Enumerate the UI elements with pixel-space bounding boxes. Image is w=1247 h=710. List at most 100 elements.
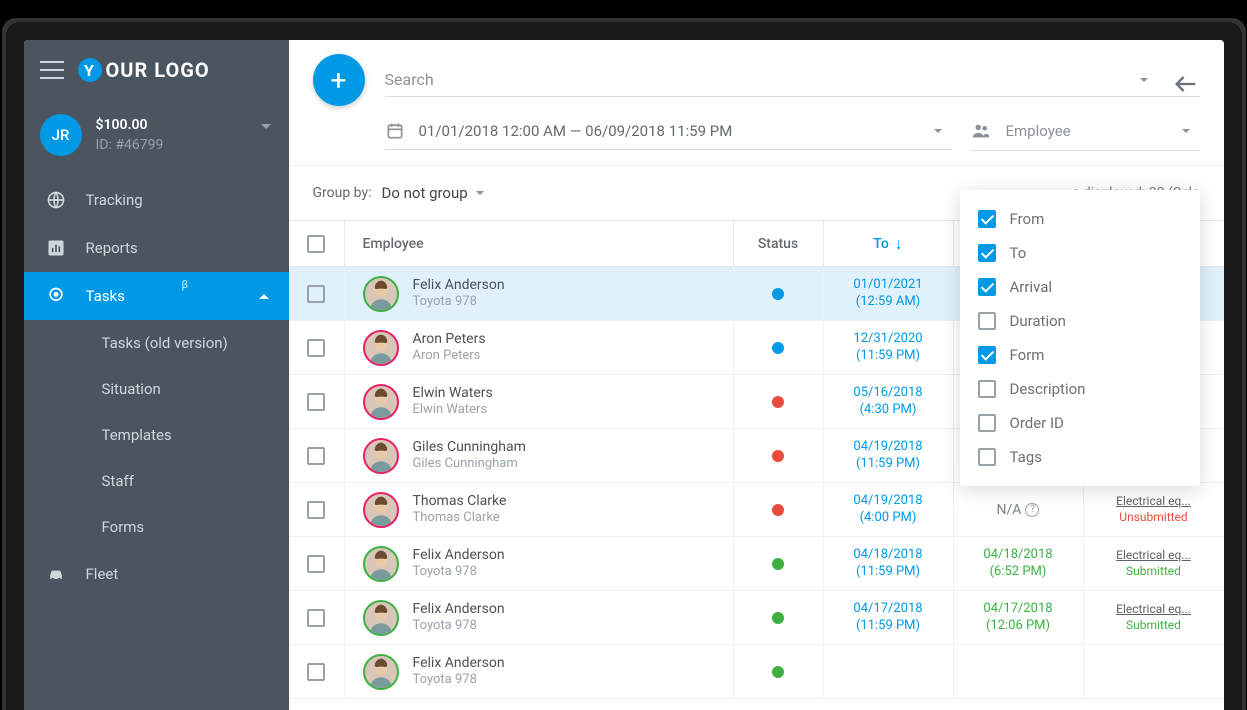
nav-label: Reports [86,239,138,257]
table-row[interactable]: Felix AndersonToyota 978 04/18/2018(11:59… [289,537,1224,591]
checkbox[interactable] [978,312,996,330]
employee-name: Elwin Waters [413,384,493,402]
employee-name: Thomas Clarke [413,492,507,510]
col-status[interactable]: Status [734,221,824,266]
add-button[interactable]: + [313,54,365,106]
form-name[interactable]: Electrical eq... [1116,494,1191,510]
checkbox[interactable] [978,380,996,398]
nav-label: Tasks [86,287,125,305]
status-dot [772,288,784,300]
nav-tasks-old[interactable]: Tasks (old version) [24,320,289,366]
chevron-down-icon [934,129,942,133]
globe-icon [46,190,66,210]
column-picker-popover: From To Arrival Duration Form Descriptio… [960,190,1200,486]
calendar-icon [385,121,405,141]
status-dot [772,396,784,408]
form-cell: Electrical eq...Submitted [1116,548,1191,579]
table-row[interactable]: Thomas ClarkeThomas Clarke04/19/2018(4:0… [289,483,1224,537]
nav-staff[interactable]: Staff [24,458,289,504]
col-option-form[interactable]: Form [960,338,1200,372]
row-checkbox[interactable] [307,393,325,411]
hamburger-menu[interactable] [40,61,64,79]
status-dot [772,612,784,624]
col-option-to[interactable]: To [960,236,1200,270]
employee-name: Felix Anderson [413,600,505,618]
row-checkbox[interactable] [307,501,325,519]
nav-tasks[interactable]: Tasks β [24,272,289,320]
row-checkbox[interactable] [307,285,325,303]
employee-avatar [363,546,399,582]
col-option-from[interactable]: From [960,202,1200,236]
employee-name: Felix Anderson [413,276,505,294]
pin-icon [46,286,66,306]
chart-icon [46,238,66,258]
to-value: 05/16/2018(4:30 PM) [853,385,922,419]
checkbox[interactable] [978,414,996,432]
to-value: 01/01/2021(12:59 AM) [853,277,922,311]
col-option-tags[interactable]: Tags [960,440,1200,474]
search-caret-icon[interactable] [1140,78,1148,82]
nav-fleet[interactable]: Fleet [24,550,289,598]
nav-label: Situation [102,380,161,398]
col-employee[interactable]: Employee [345,221,734,266]
user-balance: $100.00 [96,117,164,133]
checkbox[interactable] [978,278,996,296]
checkbox[interactable] [978,448,996,466]
table-row[interactable]: Felix AndersonToyota 97804/17/2018(11:59… [289,591,1224,645]
nav-tracking[interactable]: Tracking [24,176,289,224]
employee-sub: Toyota 978 [413,564,505,581]
to-value: 04/18/2018(11:59 PM) [853,547,922,581]
info-icon: ? [1025,503,1039,517]
nav-templates[interactable]: Templates [24,412,289,458]
row-checkbox[interactable] [307,339,325,357]
employee-name: Felix Anderson [413,546,505,564]
checkbox[interactable] [978,244,996,262]
employee-name: Giles Cunningham [413,438,526,456]
select-all-checkbox[interactable] [307,235,325,253]
logo-icon: Y [78,58,102,82]
checkbox[interactable] [978,210,996,228]
col-option-arrival[interactable]: Arrival [960,270,1200,304]
table-row[interactable]: Felix AndersonToyota 978 [289,645,1224,699]
employee-avatar [363,654,399,690]
row-checkbox[interactable] [307,555,325,573]
employee-name: Aron Peters [413,330,486,348]
employee-name: Felix Anderson [413,654,505,672]
nav-situation[interactable]: Situation [24,366,289,412]
form-name[interactable]: Electrical eq... [1116,548,1191,564]
status-dot [772,342,784,354]
col-option-order-id[interactable]: Order ID [960,406,1200,440]
form-cell: Electrical eq...Submitted [1116,602,1191,633]
to-value: 04/19/2018(11:59 PM) [853,439,922,473]
group-by-label: Group by: [313,185,372,201]
to-value: 04/17/2018(11:59 PM) [853,601,922,635]
row-checkbox[interactable] [307,447,325,465]
col-option-description[interactable]: Description [960,372,1200,406]
car-icon [46,564,66,584]
group-by-select[interactable]: Do not group [381,184,493,202]
row-checkbox[interactable] [307,609,325,627]
nav-forms[interactable]: Forms [24,504,289,550]
back-arrow-icon[interactable] [1172,70,1200,90]
status-dot [772,450,784,462]
row-checkbox[interactable] [307,663,325,681]
search-input[interactable] [385,70,1140,89]
sidebar: Y OUR LOGO JR $100.00 ID: #46799 Trackin… [24,40,289,710]
user-block[interactable]: JR $100.00 ID: #46799 [24,100,289,176]
form-name[interactable]: Electrical eq... [1116,602,1191,618]
form-status: Submitted [1126,618,1181,634]
checkbox[interactable] [978,346,996,364]
employee-avatar [363,492,399,528]
col-option-duration[interactable]: Duration [960,304,1200,338]
employee-filter[interactable]: Employee [970,120,1200,151]
nav-label: Forms [102,518,145,536]
user-avatar: JR [40,114,82,156]
col-to[interactable]: To↓ [824,221,954,266]
employee-sub: Aron Peters [413,348,486,365]
date-range-filter[interactable]: 01/01/2018 12:00 AM — 06/09/2018 11:59 P… [385,121,952,150]
nav-reports[interactable]: Reports [24,224,289,272]
employee-avatar [363,384,399,420]
main-content: + 01/01/2018 12:00 AM — 06/09/2018 11:59… [289,40,1224,710]
chevron-down-icon [1182,129,1190,133]
group-by-value: Do not group [381,184,467,202]
